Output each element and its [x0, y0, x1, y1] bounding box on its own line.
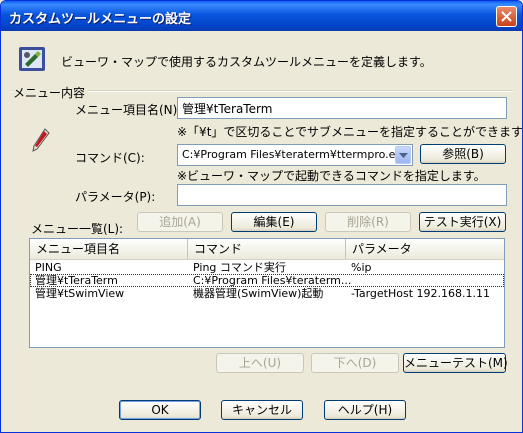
- item-name-label: メニュー項目名(N):: [75, 103, 182, 117]
- command-label: コマンド(C):: [75, 151, 145, 165]
- table-row[interactable]: PING Ping コマンド実行 %ip: [30, 261, 504, 274]
- menu-list[interactable]: メニュー項目名 コマンド パラメータ PING Ping コマンド実行 %ip …: [29, 238, 505, 348]
- dialog-window: カスタムツールメニューの設定 ビューワ・マップで使用するカスタムツールメニューを…: [0, 0, 523, 433]
- test-run-button[interactable]: テスト実行(X): [419, 212, 506, 232]
- parameter-input[interactable]: [177, 184, 507, 206]
- pencil-icon: [32, 128, 50, 152]
- delete-button[interactable]: 削除(R): [325, 212, 411, 232]
- close-button[interactable]: [496, 6, 517, 27]
- move-up-button[interactable]: 上へ(U): [216, 353, 304, 373]
- command-value: C:¥Program Files¥teraterm¥ttermpro.exe: [182, 148, 409, 161]
- table-row[interactable]: 管理¥tTeraTerm C:¥Program Files¥teraterm..…: [30, 274, 504, 287]
- column-header-command[interactable]: コマンド: [188, 239, 346, 259]
- cancel-button[interactable]: キャンセル: [221, 400, 303, 420]
- cell-command: 機器管理(SwimView)起動: [193, 287, 324, 300]
- column-header-parameter[interactable]: パラメータ: [346, 239, 504, 259]
- cell-parameter: -TargetHost 192.168.1.11: [351, 287, 491, 300]
- move-down-button[interactable]: 下へ(D): [311, 353, 399, 373]
- description-text: ビューワ・マップで使用するカスタムツールメニューを定義します。: [61, 55, 432, 69]
- item-name-hint: ※「¥t」で区切ることでサブメニューを指定することができます。: [177, 125, 523, 139]
- menu-test-button[interactable]: メニューテスト(M): [403, 353, 508, 373]
- column-header-item-name[interactable]: メニュー項目名: [30, 239, 188, 259]
- cell-command: Ping コマンド実行: [193, 261, 286, 274]
- tool-settings-icon: [19, 47, 45, 71]
- cell-item-name: 管理¥tTeraTerm: [35, 274, 118, 287]
- list-label: メニュー一覧(L):: [31, 222, 124, 236]
- browse-button[interactable]: 参照(B): [420, 144, 506, 164]
- list-header: メニュー項目名 コマンド パラメータ: [30, 239, 504, 260]
- close-icon: [501, 11, 512, 22]
- edit-button[interactable]: 編集(E): [231, 212, 317, 232]
- help-button[interactable]: ヘルプ(H): [324, 400, 406, 420]
- chevron-down-icon[interactable]: [395, 146, 411, 164]
- ok-button[interactable]: OK: [119, 400, 201, 420]
- cell-item-name: PING: [35, 261, 62, 274]
- add-button[interactable]: 追加(A): [137, 212, 223, 232]
- command-hint: ※ビューワ・マップで起動できるコマンドを指定します。: [177, 169, 486, 183]
- item-name-input[interactable]: 管理¥tTeraTerm: [177, 97, 507, 119]
- cell-parameter: %ip: [351, 261, 372, 274]
- cell-command: C:¥Program Files¥teraterm...: [193, 274, 352, 287]
- title-bar[interactable]: カスタムツールメニューの設定: [1, 1, 522, 31]
- group-label: メニュー内容: [13, 84, 89, 101]
- parameter-label: パラメータ(P):: [75, 190, 156, 204]
- command-combobox[interactable]: C:¥Program Files¥teraterm¥ttermpro.exe: [177, 144, 413, 166]
- cell-item-name: 管理¥tSwimView: [35, 287, 125, 300]
- window-title: カスタムツールメニューの設定: [9, 12, 192, 27]
- table-row[interactable]: 管理¥tSwimView 機器管理(SwimView)起動 -TargetHos…: [30, 287, 504, 300]
